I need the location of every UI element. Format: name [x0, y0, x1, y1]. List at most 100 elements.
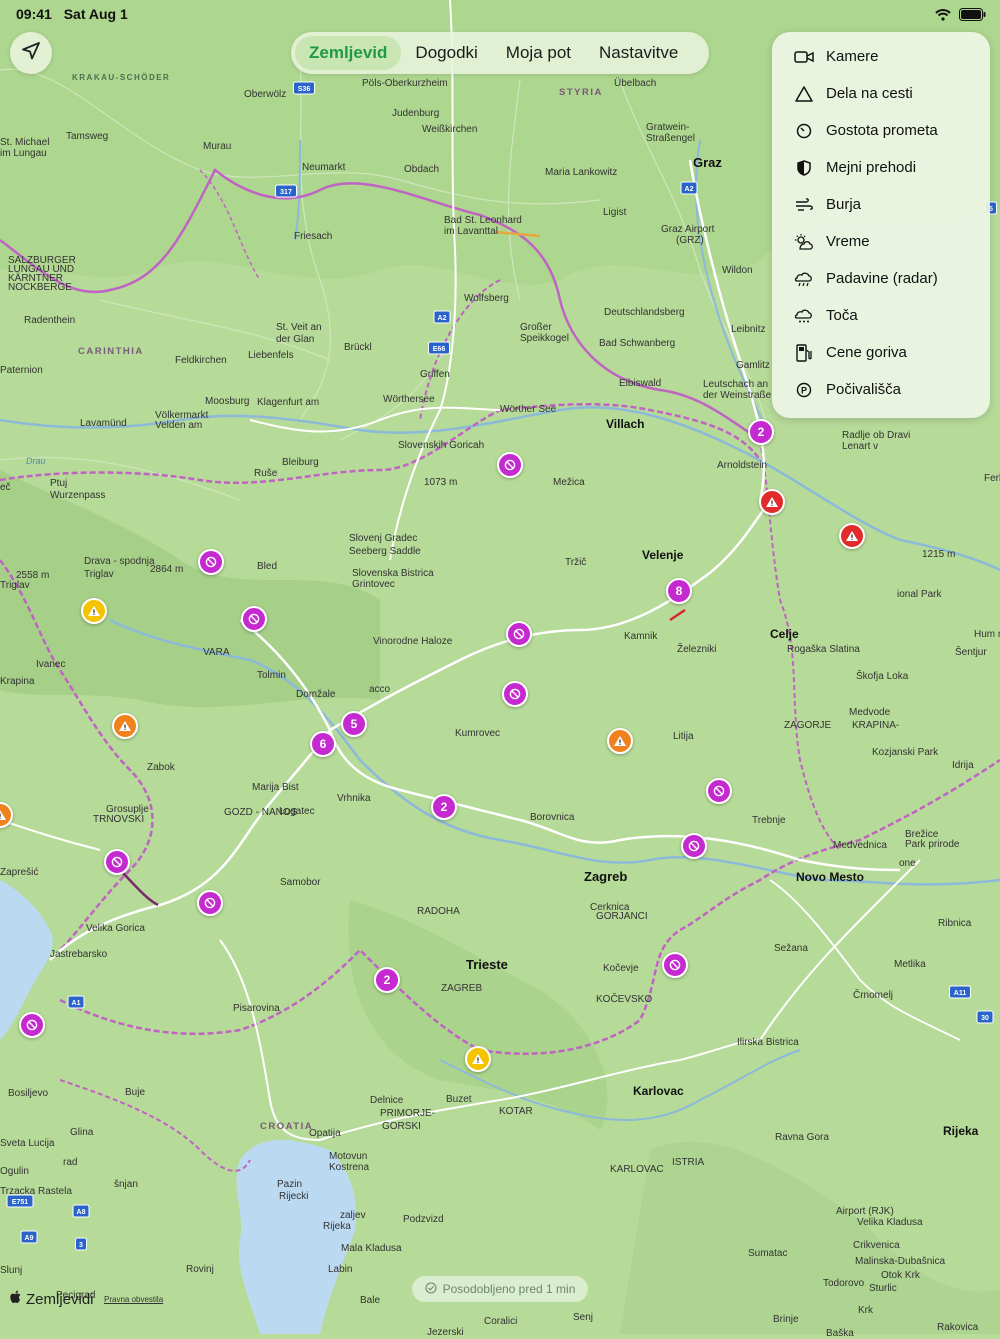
- roadwork-warning-marker[interactable]: [607, 728, 633, 754]
- check-circle-icon: [425, 1281, 437, 1297]
- map-place-label: Rovinj: [186, 1264, 214, 1275]
- map-place-label: Sumatac: [748, 1248, 788, 1259]
- map-place-label: acco: [369, 684, 391, 695]
- menu-item-padavine-radar[interactable]: Padavine (radar): [772, 260, 990, 297]
- map-place-label: Opatija: [309, 1128, 341, 1139]
- menu-item-label: Burja: [826, 196, 862, 213]
- road-closure-marker[interactable]: [681, 833, 707, 859]
- map-place-label: Kumrovec: [455, 728, 501, 739]
- menu-item-vreme[interactable]: Vreme: [772, 223, 990, 260]
- map-place-label: Gratwein-: [646, 122, 690, 133]
- map-place-label: Seeberg Saddle: [349, 546, 421, 557]
- map-place-label: KRAPINA-: [852, 720, 900, 731]
- status-bar: 09:41 Sat Aug 1: [16, 6, 136, 22]
- map-place-label: Novo Mesto: [796, 870, 865, 884]
- map-place-label: Deutschlandsberg: [604, 307, 685, 318]
- no-entry-icon: [111, 856, 123, 868]
- event-cluster-marker[interactable]: 2: [374, 967, 400, 993]
- map-place-label: Zabok: [147, 762, 175, 773]
- menu-item-cene-goriva[interactable]: Cene goriva: [772, 334, 990, 371]
- event-cluster-marker[interactable]: 2: [748, 419, 774, 445]
- map-place-label: Graz Airport: [661, 224, 715, 235]
- map-place-label: Ravna Gora: [775, 1132, 829, 1143]
- menu-item-pocivalisca[interactable]: P Počivališča: [772, 371, 990, 408]
- menu-item-mejni-prehodi[interactable]: Mejni prehodi: [772, 149, 990, 186]
- map-place-label: Sturlic: [869, 1283, 897, 1294]
- map-place-label: Klagenfurt am: [257, 397, 320, 408]
- menu-item-label: Cene goriva: [826, 344, 907, 361]
- tab-zemljevid[interactable]: Zemljevid: [295, 36, 402, 70]
- menu-item-toca[interactable]: Toča: [772, 297, 990, 334]
- road-closure-marker[interactable]: [706, 778, 732, 804]
- road-shield: A2: [680, 181, 698, 195]
- map-place-label: Krapina: [0, 676, 35, 687]
- no-entry-icon: [26, 1019, 38, 1031]
- map-place-label: Murau: [203, 141, 232, 152]
- no-entry-icon: [509, 688, 521, 700]
- event-cluster-marker[interactable]: 8: [666, 578, 692, 604]
- tab-dogodki[interactable]: Dogodki: [401, 36, 491, 70]
- menu-item-dela-na-cesti[interactable]: Dela na cesti: [772, 75, 990, 112]
- road-closure-marker[interactable]: [502, 681, 528, 707]
- map-place-label: Judenburg: [392, 108, 440, 119]
- road-closure-marker[interactable]: [662, 952, 688, 978]
- map-place-label: Hum na Sutli: [974, 629, 1000, 640]
- roadwork-warning-marker[interactable]: [759, 489, 785, 515]
- map-place-label: Rogaška Slatina: [787, 644, 860, 655]
- map-place-label: Bale: [360, 1295, 381, 1306]
- road-closure-marker[interactable]: [497, 452, 523, 478]
- map-place-label: Zagreb: [584, 869, 628, 884]
- map-place-label: Wildon: [722, 265, 753, 276]
- map-place-label: zaljev: [340, 1210, 366, 1221]
- locate-me-button[interactable]: [10, 32, 52, 74]
- map-place-label: Borovnica: [530, 812, 575, 823]
- roadwork-warning-marker[interactable]: [81, 598, 107, 624]
- roadwork-warning-marker[interactable]: [112, 713, 138, 739]
- map-place-label: Übelbach: [614, 78, 657, 89]
- roadwork-warning-marker[interactable]: [465, 1046, 491, 1072]
- event-cluster-marker[interactable]: 6: [310, 731, 336, 757]
- map-place-label: Radlje ob Dravi: [842, 430, 911, 441]
- roadwork-warning-marker[interactable]: [839, 523, 865, 549]
- menu-item-burja[interactable]: Burja: [772, 186, 990, 223]
- road-closure-marker[interactable]: [506, 621, 532, 647]
- warning-icon: [88, 606, 100, 616]
- map-place-label: Graz: [693, 155, 722, 170]
- road-closure-marker[interactable]: [197, 890, 223, 916]
- parking-icon: P: [794, 380, 814, 400]
- map-place-label: Ivanec: [36, 659, 66, 670]
- road-shield: A2: [433, 310, 451, 324]
- map-place-label: Medvode: [849, 707, 891, 718]
- map-place-label: Slovenskih Goricah: [398, 440, 485, 451]
- tab-moja-pot[interactable]: Moja pot: [492, 36, 585, 70]
- no-entry-icon: [513, 628, 525, 640]
- map-place-label: Motovun: [329, 1151, 368, 1162]
- map-place-label: Pöls-Oberkurzheim: [362, 78, 448, 89]
- event-cluster-marker[interactable]: 5: [341, 711, 367, 737]
- map-place-label: (GRZ): [676, 235, 704, 246]
- road-closure-marker[interactable]: [241, 606, 267, 632]
- svg-text:E751: E751: [12, 1199, 28, 1206]
- map-place-label: Ilirska Bistrica: [737, 1037, 799, 1048]
- road-closure-marker[interactable]: [104, 849, 130, 875]
- legal-notices-link[interactable]: Pravna obvestila: [104, 1295, 163, 1304]
- map-place-label: Wörthersee: [383, 394, 435, 405]
- map-place-label: PRIMORJE-: [380, 1108, 435, 1119]
- map-place-label: Škofja Loka: [856, 671, 909, 682]
- map-place-label: Brinje: [773, 1314, 799, 1325]
- map-place-label: Trzacka Rastela: [0, 1186, 72, 1197]
- map-place-label: Neumarkt: [302, 162, 346, 173]
- tab-nastavitve[interactable]: Nastavitve: [585, 36, 692, 70]
- no-entry-icon: [504, 459, 516, 471]
- menu-item-gostota-prometa[interactable]: Gostota prometa: [772, 112, 990, 149]
- map-place-label: Triglav: [0, 580, 30, 591]
- map-place-label: Slovenj Gradec: [349, 533, 418, 544]
- map-place-label: Liebenfels: [248, 350, 294, 361]
- road-closure-marker[interactable]: [198, 549, 224, 575]
- map-place-label: STYRIA: [559, 87, 603, 98]
- road-closure-marker[interactable]: [19, 1012, 45, 1038]
- map-place-label: Domžale: [296, 689, 336, 700]
- event-cluster-marker[interactable]: 2: [431, 794, 457, 820]
- menu-item-kamere[interactable]: Kamere: [772, 38, 990, 75]
- map-place-label: Podzvizd: [403, 1214, 444, 1225]
